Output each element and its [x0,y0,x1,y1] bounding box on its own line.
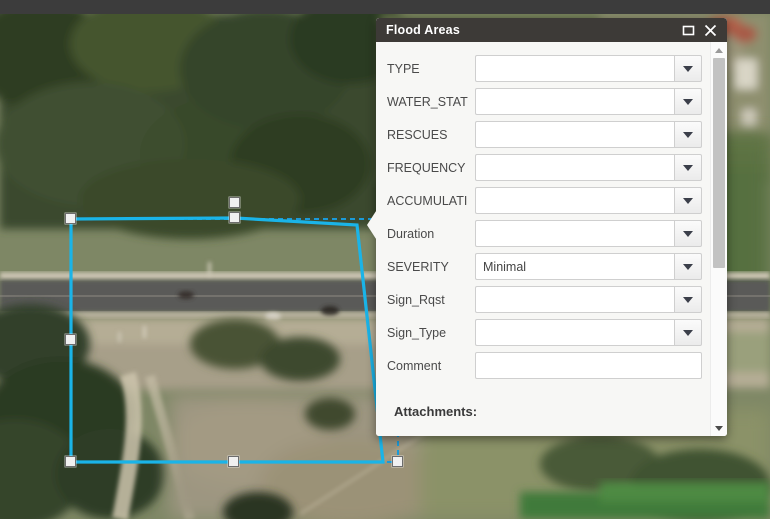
vertex-handle[interactable] [392,456,403,467]
field-control [475,286,702,313]
field-input[interactable] [475,55,674,82]
maximize-icon[interactable] [677,19,699,41]
chevron-down-icon[interactable] [674,88,702,115]
vertex-handle[interactable] [229,197,240,208]
field-label: SEVERITY [387,259,449,274]
form-field-row: RESCUES [376,118,710,151]
form-field-row: FREQUENCY [376,151,710,184]
field-input[interactable] [475,319,674,346]
field-label: FREQUENCY [387,160,466,175]
field-control [475,55,702,82]
flood-areas-popup-window: Flood Areas TYPE WATER_STAT RESCUES FREQUEN… [376,18,727,436]
field-input[interactable]: Minimal [475,253,674,280]
field-label: TYPE [387,61,420,76]
chevron-down-icon[interactable] [674,220,702,247]
attachments-heading: Attachments: [394,404,478,419]
chevron-down-icon[interactable] [674,121,702,148]
field-label: Comment [387,358,442,373]
popup-body: TYPE WATER_STAT RESCUES FREQUENCY ACCUMULATI… [376,42,727,436]
vertex-handle[interactable] [229,212,240,223]
popup-vertical-scrollbar[interactable] [710,42,727,436]
form-field-row: ACCUMULATI [376,184,710,217]
field-label: Sign_Rqst [387,292,445,307]
form-field-row: WATER_STAT [376,85,710,118]
form-field-row: SEVERITY Minimal [376,250,710,283]
midpoint-handle[interactable] [65,334,76,345]
field-label: WATER_STAT [387,94,468,109]
form-field-row: Sign_Type [376,316,710,349]
field-label: RESCUES [387,127,448,142]
field-label: ACCUMULATI [387,193,468,208]
field-input[interactable] [475,187,674,214]
form-fields-container: TYPE WATER_STAT RESCUES FREQUENCY ACCUMULATI… [376,52,710,382]
field-control [475,88,702,115]
scrollbar-track[interactable] [711,58,727,420]
chevron-down-icon[interactable] [674,319,702,346]
field-input[interactable] [475,352,702,379]
field-input[interactable] [475,286,674,313]
vertex-handle[interactable] [65,456,76,467]
chevron-down-icon[interactable] [674,154,702,181]
form-field-row: TYPE [376,52,710,85]
field-input[interactable] [475,88,674,115]
attribute-form: TYPE WATER_STAT RESCUES FREQUENCY ACCUMULATI… [376,42,710,436]
field-control [475,220,702,247]
scroll-down-arrow-icon[interactable] [711,420,727,436]
field-input[interactable] [475,154,674,181]
scrollbar-thumb[interactable] [713,58,725,268]
field-control [475,154,702,181]
chevron-down-icon[interactable] [674,253,702,280]
close-icon[interactable] [699,19,721,41]
application-root: Flood Areas TYPE WATER_STAT RESCUES FREQUEN… [0,0,770,519]
chevron-down-icon[interactable] [674,55,702,82]
field-input[interactable] [475,121,674,148]
chevron-down-icon[interactable] [674,286,702,313]
field-control [475,319,702,346]
field-label: Duration [387,226,435,241]
top-chrome-strip [0,0,770,14]
field-input[interactable] [475,220,674,247]
midpoint-handle[interactable] [228,456,239,467]
form-field-row: Sign_Rqst [376,283,710,316]
form-field-row: Duration [376,217,710,250]
field-control: Minimal [475,253,702,280]
popup-title: Flood Areas [386,23,460,37]
popup-titlebar[interactable]: Flood Areas [376,18,727,42]
field-control [475,121,702,148]
field-label: Sign_Type [387,325,447,340]
scroll-up-arrow-icon[interactable] [711,42,727,58]
vertex-handle[interactable] [65,213,76,224]
chevron-down-icon[interactable] [674,187,702,214]
field-control [475,352,702,379]
field-control [475,187,702,214]
form-field-row: Comment [376,349,710,382]
